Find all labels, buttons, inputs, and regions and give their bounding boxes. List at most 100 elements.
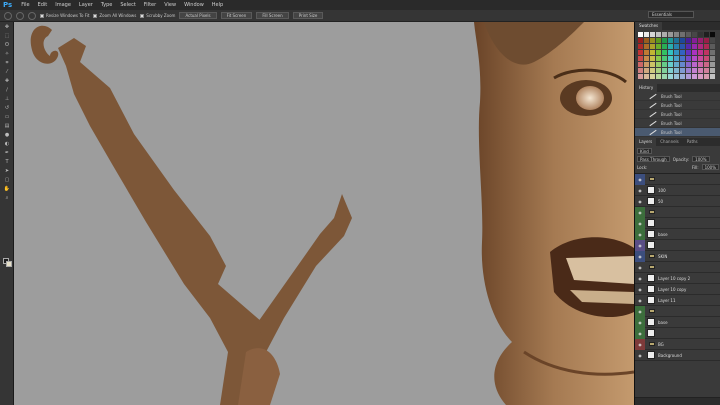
- color-swatch[interactable]: [680, 44, 685, 49]
- layer-group-row[interactable]: ◉ BG: [635, 338, 720, 350]
- color-swatch[interactable]: [638, 74, 643, 79]
- history-item[interactable]: Brush Tool: [635, 110, 720, 119]
- color-swatch[interactable]: [680, 68, 685, 73]
- color-swatch[interactable]: [644, 50, 649, 55]
- color-swatch[interactable]: [680, 50, 685, 55]
- color-swatch[interactable]: [692, 32, 697, 37]
- layer-row[interactable]: ◉ Layer 10 copy 2: [635, 273, 720, 284]
- layer-row[interactable]: ◉ Layer 10 copy: [635, 284, 720, 295]
- visibility-eye-icon[interactable]: ◉: [635, 295, 645, 306]
- layer-row[interactable]: ◉: [635, 327, 720, 339]
- color-swatch[interactable]: [704, 68, 709, 73]
- color-swatch[interactable]: [698, 50, 703, 55]
- dodge-tool-icon[interactable]: ◐: [0, 139, 14, 148]
- color-swatch[interactable]: [668, 50, 673, 55]
- color-swatch[interactable]: [704, 44, 709, 49]
- color-swatch[interactable]: [704, 50, 709, 55]
- zoom-tool-icon[interactable]: [4, 11, 12, 20]
- layer-row[interactable]: ◉ 100: [635, 185, 720, 196]
- tab-layers[interactable]: Layers: [635, 138, 657, 146]
- color-swatch[interactable]: [638, 44, 643, 49]
- color-swatch[interactable]: [710, 62, 715, 67]
- color-swatch[interactable]: [650, 68, 655, 73]
- eyedropper-icon[interactable]: ⁄: [0, 67, 14, 76]
- color-swatch[interactable]: [638, 38, 643, 43]
- layer-group-row[interactable]: ◉: [635, 173, 720, 185]
- color-swatch[interactable]: [674, 38, 679, 43]
- visibility-eye-icon[interactable]: ◉: [635, 305, 645, 317]
- color-swatch[interactable]: [710, 56, 715, 61]
- print-size-button[interactable]: Print Size: [292, 12, 324, 19]
- hand-tool-icon[interactable]: ✋: [0, 184, 14, 193]
- opacity-input[interactable]: 100%: [692, 156, 710, 162]
- color-swatch[interactable]: [680, 74, 685, 79]
- color-swatch[interactable]: [644, 56, 649, 61]
- color-swatch[interactable]: [650, 74, 655, 79]
- color-swatch[interactable]: [698, 44, 703, 49]
- color-swatch[interactable]: [692, 50, 697, 55]
- color-swatch[interactable]: [680, 32, 685, 37]
- layer-row[interactable]: ◉ base: [635, 228, 720, 240]
- color-swatch[interactable]: [662, 44, 667, 49]
- zoom-out-icon[interactable]: [28, 11, 36, 20]
- menu-view[interactable]: View: [160, 2, 180, 8]
- color-swatch[interactable]: [644, 32, 649, 37]
- color-swatch[interactable]: [710, 38, 715, 43]
- color-swatch[interactable]: [638, 56, 643, 61]
- color-swatch[interactable]: [686, 44, 691, 49]
- layer-row[interactable]: ◉: [635, 239, 720, 251]
- marquee-tool-icon[interactable]: ⬚: [0, 31, 14, 40]
- menu-file[interactable]: File: [17, 2, 33, 8]
- healing-brush-icon[interactable]: ✚: [0, 76, 14, 85]
- color-swatch[interactable]: [650, 38, 655, 43]
- visibility-eye-icon[interactable]: ◉: [635, 173, 645, 185]
- color-swatch[interactable]: [680, 38, 685, 43]
- color-swatch[interactable]: [656, 68, 661, 73]
- color-swatch[interactable]: [710, 44, 715, 49]
- color-swatch[interactable]: [644, 62, 649, 67]
- menu-select[interactable]: Select: [116, 2, 139, 8]
- color-swatch[interactable]: [656, 44, 661, 49]
- layer-filter-kind[interactable]: Kind: [637, 148, 652, 154]
- visibility-eye-icon[interactable]: ◉: [635, 228, 645, 240]
- color-swatch[interactable]: [644, 74, 649, 79]
- gradient-icon[interactable]: ▤: [0, 121, 14, 130]
- menu-layer[interactable]: Layer: [75, 2, 97, 8]
- visibility-eye-icon[interactable]: ◉: [635, 206, 645, 218]
- color-swatch[interactable]: [644, 44, 649, 49]
- background-color-swatch[interactable]: [6, 261, 12, 267]
- layer-group-row[interactable]: ◉: [635, 305, 720, 317]
- layer-row[interactable]: ◉ base: [635, 316, 720, 328]
- layer-group-row[interactable]: ◉: [635, 206, 720, 218]
- fill-screen-button[interactable]: Fill Screen: [256, 12, 289, 19]
- document-canvas[interactable]: [14, 22, 634, 405]
- color-swatch[interactable]: [698, 56, 703, 61]
- menu-window[interactable]: Window: [180, 2, 208, 8]
- history-item[interactable]: Brush Tool: [635, 101, 720, 110]
- blur-tool-icon[interactable]: ●: [0, 130, 14, 139]
- color-swatch[interactable]: [698, 38, 703, 43]
- color-swatch[interactable]: [686, 38, 691, 43]
- menu-help[interactable]: Help: [208, 2, 227, 8]
- color-swatch[interactable]: [662, 32, 667, 37]
- color-swatch[interactable]: [650, 50, 655, 55]
- color-swatch[interactable]: [674, 62, 679, 67]
- clone-stamp-icon[interactable]: ⊥: [0, 94, 14, 103]
- color-swatch[interactable]: [680, 56, 685, 61]
- color-swatch[interactable]: [686, 68, 691, 73]
- lasso-tool-icon[interactable]: ʘ: [0, 40, 14, 49]
- color-swatch[interactable]: [662, 50, 667, 55]
- tab-paths[interactable]: Paths: [683, 138, 702, 146]
- color-swatch[interactable]: [674, 44, 679, 49]
- color-swatch[interactable]: [692, 38, 697, 43]
- color-swatch[interactable]: [692, 56, 697, 61]
- scrubby-zoom-checkbox[interactable]: Scrubby Zoom: [140, 13, 175, 18]
- color-swatch[interactable]: [704, 56, 709, 61]
- color-swatch[interactable]: [698, 62, 703, 67]
- move-tool-icon[interactable]: ✥: [0, 22, 14, 31]
- color-swatch[interactable]: [710, 50, 715, 55]
- zoom-in-icon[interactable]: [16, 11, 24, 20]
- visibility-eye-icon[interactable]: ◉: [635, 250, 645, 262]
- color-swatch[interactable]: [638, 50, 643, 55]
- color-swatch[interactable]: [680, 62, 685, 67]
